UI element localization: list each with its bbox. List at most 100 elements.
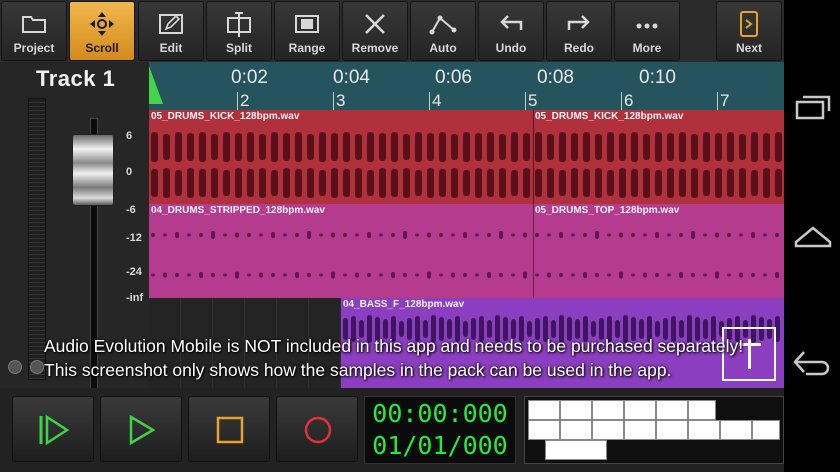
bar-marker: 4 (432, 91, 442, 110)
waveform-peak (463, 170, 470, 196)
waveform-peak (727, 132, 734, 162)
clip-label: 05_DRUMS_KICK_128bpm.wav (535, 111, 684, 122)
back-icon[interactable] (792, 348, 832, 378)
waveform-peak (595, 134, 602, 160)
db-label: -12 (126, 232, 142, 244)
waveform-peak (511, 170, 518, 196)
clip-label: 05_DRUMS_KICK_128bpm.wav (151, 111, 300, 122)
project-label: Project (13, 41, 55, 55)
waveform-peak (163, 233, 167, 237)
waveform-peak (415, 273, 419, 277)
waveform-peak (367, 132, 374, 162)
waveform-peak (439, 233, 443, 237)
close-x-icon (365, 14, 385, 34)
waveform-peak (763, 133, 770, 161)
scroll-button[interactable]: Scroll (69, 1, 135, 61)
waveform-peak (163, 134, 170, 160)
waveform-peak (727, 233, 731, 237)
waveform-peak (319, 132, 326, 162)
next-button[interactable]: Next (716, 1, 782, 61)
waveform-peak (235, 271, 239, 279)
rewind-icon (39, 414, 70, 446)
transport-bar: 00:00:000 01/01/000 (0, 388, 784, 472)
waveform-peak (211, 134, 218, 160)
waveform-peak (583, 169, 590, 197)
waveform-peak (163, 168, 170, 198)
waveform-peak (463, 273, 467, 277)
waveform-peak (331, 271, 335, 279)
time-counter[interactable]: 00:00:000 01/01/000 (364, 396, 516, 464)
stop-button[interactable] (188, 396, 270, 462)
redo-button[interactable]: Redo (546, 1, 612, 61)
volume-fader-knob[interactable] (72, 134, 114, 206)
waveform-peak (187, 233, 191, 237)
waveform-peak (703, 273, 707, 277)
overview-grid[interactable] (524, 396, 784, 464)
waveform-peak (751, 232, 755, 238)
waveform-peak (247, 132, 254, 162)
clip-label: 04_DRUMS_STRIPPED_128bpm.wav (151, 205, 325, 216)
waveform-peak (739, 134, 746, 160)
waveform-peak (391, 169, 398, 197)
playhead-marker[interactable] (149, 66, 163, 104)
waveform-peak (151, 273, 155, 277)
waveform-peak (439, 273, 443, 277)
bar-marker: 2 (240, 91, 250, 110)
waveform-peak (187, 168, 194, 198)
waveform-peak (439, 132, 446, 162)
time-marker: 0:04 (333, 67, 370, 88)
range-button[interactable]: Range (274, 1, 340, 61)
project-button[interactable]: Project (1, 1, 67, 61)
waveform-peak (223, 170, 230, 196)
clip-label: 05_DRUMS_TOP_128bpm.wav (535, 205, 680, 216)
waveform-peak (415, 233, 419, 237)
waveform-peak (571, 133, 578, 161)
audio-clip-drums-kick[interactable]: 05_DRUMS_KICK_128bpm.wav 05_DRUMS_KICK_1… (149, 110, 784, 204)
waveform-peak (643, 272, 647, 278)
waveform-peak (283, 133, 290, 161)
waveform-peak (691, 231, 695, 239)
waveform-peak (559, 170, 566, 196)
stop-icon (216, 416, 244, 444)
remove-button[interactable]: Remove (342, 1, 408, 61)
edit-button[interactable]: Edit (138, 1, 204, 61)
timeline-ruler[interactable]: 0:02 0:04 0:06 0:08 0:10 2 3 4 5 6 7 (149, 62, 784, 110)
split-icon (227, 12, 251, 37)
record-button[interactable] (276, 396, 358, 462)
rewind-button[interactable] (12, 396, 94, 462)
waveform-peak (199, 233, 203, 237)
waveform-peak (415, 170, 422, 196)
waveform-peak (199, 272, 203, 278)
waveform-peak (523, 232, 527, 238)
recent-apps-icon[interactable] (794, 92, 832, 122)
waveform-peak (523, 168, 530, 198)
waveform-peak (559, 232, 563, 238)
waveform-peak (343, 132, 350, 162)
waveform-peak (451, 134, 458, 160)
waveform-peak (355, 233, 359, 237)
waveform-peak (319, 170, 326, 196)
time-marker: 0:02 (231, 67, 268, 88)
waveform (151, 132, 782, 162)
waveform-peak (295, 233, 299, 237)
waveform-peak (595, 273, 599, 277)
play-button[interactable] (100, 396, 182, 462)
audio-clip-drums-stripped[interactable]: 04_DRUMS_STRIPPED_128bpm.wav 05_DRUMS_TO… (149, 204, 784, 298)
waveform-peak (607, 273, 611, 277)
home-icon[interactable] (794, 222, 832, 248)
time-marker: 0:10 (639, 67, 676, 88)
split-button[interactable]: Split (206, 1, 272, 61)
waveform-peak (571, 273, 575, 277)
waveform-peak (283, 273, 287, 277)
more-button[interactable]: More (614, 1, 680, 61)
waveform-peak (487, 272, 491, 278)
waveform-peak (415, 132, 422, 162)
waveform-peak (403, 134, 410, 160)
waveform-peak (247, 273, 251, 277)
waveform-peak (211, 168, 218, 198)
waveform-peak (223, 132, 230, 162)
undo-button[interactable]: Undo (478, 1, 544, 61)
waveform-peak (475, 273, 479, 277)
waveform-peak (583, 272, 587, 278)
auto-button[interactable]: Auto (410, 1, 476, 61)
